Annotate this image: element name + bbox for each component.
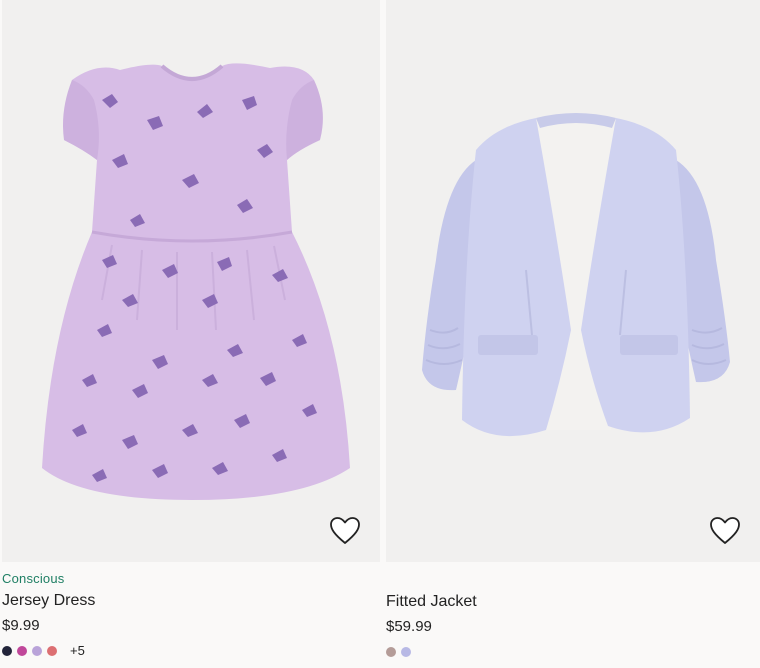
color-swatch-coral[interactable] <box>47 646 57 656</box>
product-grid: Conscious Jersey Dress $9.99 +5 Fitted J… <box>0 0 760 668</box>
product-price: $59.99 <box>386 618 432 635</box>
dress-image <box>42 63 350 501</box>
product-info: Fitted Jacket $59.99 <box>386 570 760 659</box>
product-info: Conscious Jersey Dress $9.99 +5 <box>2 570 380 658</box>
color-swatch-magenta[interactable] <box>17 646 27 656</box>
product-price: $9.99 <box>2 617 40 634</box>
product-card-jersey-dress[interactable]: Conscious Jersey Dress $9.99 +5 <box>0 0 380 668</box>
color-swatch-lavender[interactable] <box>401 647 411 657</box>
color-swatch-mauve[interactable] <box>386 647 396 657</box>
color-swatch-lilac[interactable] <box>32 646 42 656</box>
product-name[interactable]: Jersey Dress <box>2 589 380 613</box>
more-colors-count[interactable]: +5 <box>70 644 85 658</box>
favorite-heart-icon[interactable] <box>328 514 362 548</box>
color-swatches <box>386 645 760 659</box>
product-image-fitted-jacket[interactable] <box>386 0 760 562</box>
product-name[interactable]: Fitted Jacket <box>386 590 760 614</box>
color-swatches: +5 <box>2 644 380 658</box>
conscious-tag: Conscious <box>2 571 65 586</box>
jacket-image <box>422 113 730 437</box>
product-image-jersey-dress[interactable] <box>2 0 380 562</box>
favorite-heart-icon[interactable] <box>708 514 742 548</box>
product-card-fitted-jacket[interactable]: Fitted Jacket $59.99 <box>384 0 760 668</box>
color-swatch-navy[interactable] <box>2 646 12 656</box>
